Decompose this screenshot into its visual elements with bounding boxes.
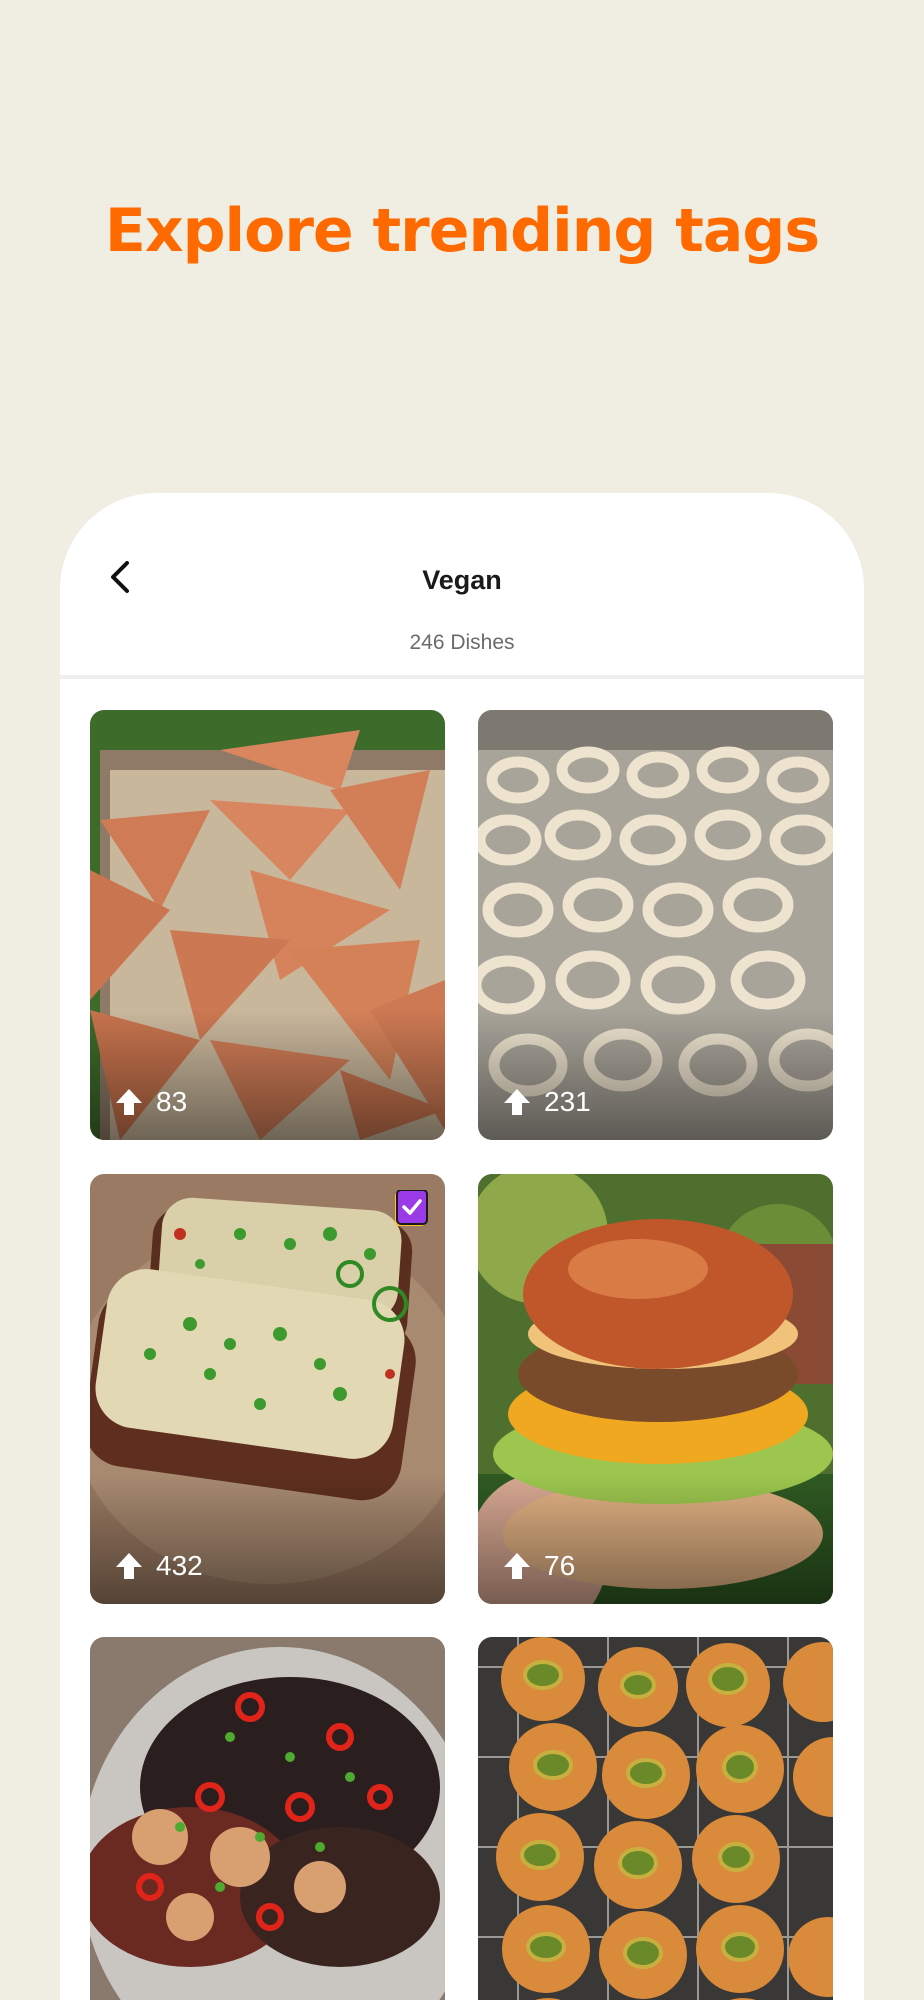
dish-photo bbox=[90, 1637, 445, 2000]
upvote-count[interactable]: 432 bbox=[114, 1550, 203, 1582]
page-title: Vegan bbox=[422, 565, 502, 595]
photo-shade bbox=[478, 1474, 833, 1604]
dish-card[interactable]: 432 bbox=[90, 1174, 445, 1604]
headline: Explore trending tags bbox=[104, 196, 820, 266]
phone-frame: Vegan 246 Dishes 83 231 432 76 bbox=[60, 493, 864, 2000]
photo-shade bbox=[90, 1010, 445, 1140]
arrow-up-icon bbox=[116, 1553, 142, 1579]
dish-count: 246 Dishes bbox=[409, 631, 515, 654]
arrow-up-icon bbox=[504, 1089, 530, 1115]
photo-shade bbox=[90, 1474, 445, 1604]
dish-card[interactable]: 83 bbox=[90, 710, 445, 1140]
upvote-number: 432 bbox=[156, 1550, 203, 1581]
dish-card[interactable] bbox=[478, 1637, 833, 2000]
upvote-count[interactable]: 231 bbox=[502, 1086, 591, 1118]
upvote-count[interactable]: 76 bbox=[502, 1550, 575, 1582]
dish-photo bbox=[478, 1637, 833, 2000]
dish-card[interactable]: 76 bbox=[478, 1174, 833, 1604]
cookbook-check-icon bbox=[393, 1189, 429, 1230]
photo-shade bbox=[478, 1010, 833, 1140]
dish-card[interactable] bbox=[90, 1637, 445, 2000]
arrow-up-icon bbox=[504, 1553, 530, 1579]
upvote-count[interactable]: 83 bbox=[114, 1086, 187, 1118]
arrow-up-icon bbox=[116, 1089, 142, 1115]
upvote-number: 231 bbox=[544, 1086, 591, 1117]
upvote-number: 76 bbox=[544, 1550, 576, 1581]
upvote-number: 83 bbox=[156, 1086, 188, 1117]
tag-header: Vegan 246 Dishes bbox=[60, 493, 864, 679]
dish-card[interactable]: 231 bbox=[478, 710, 833, 1140]
